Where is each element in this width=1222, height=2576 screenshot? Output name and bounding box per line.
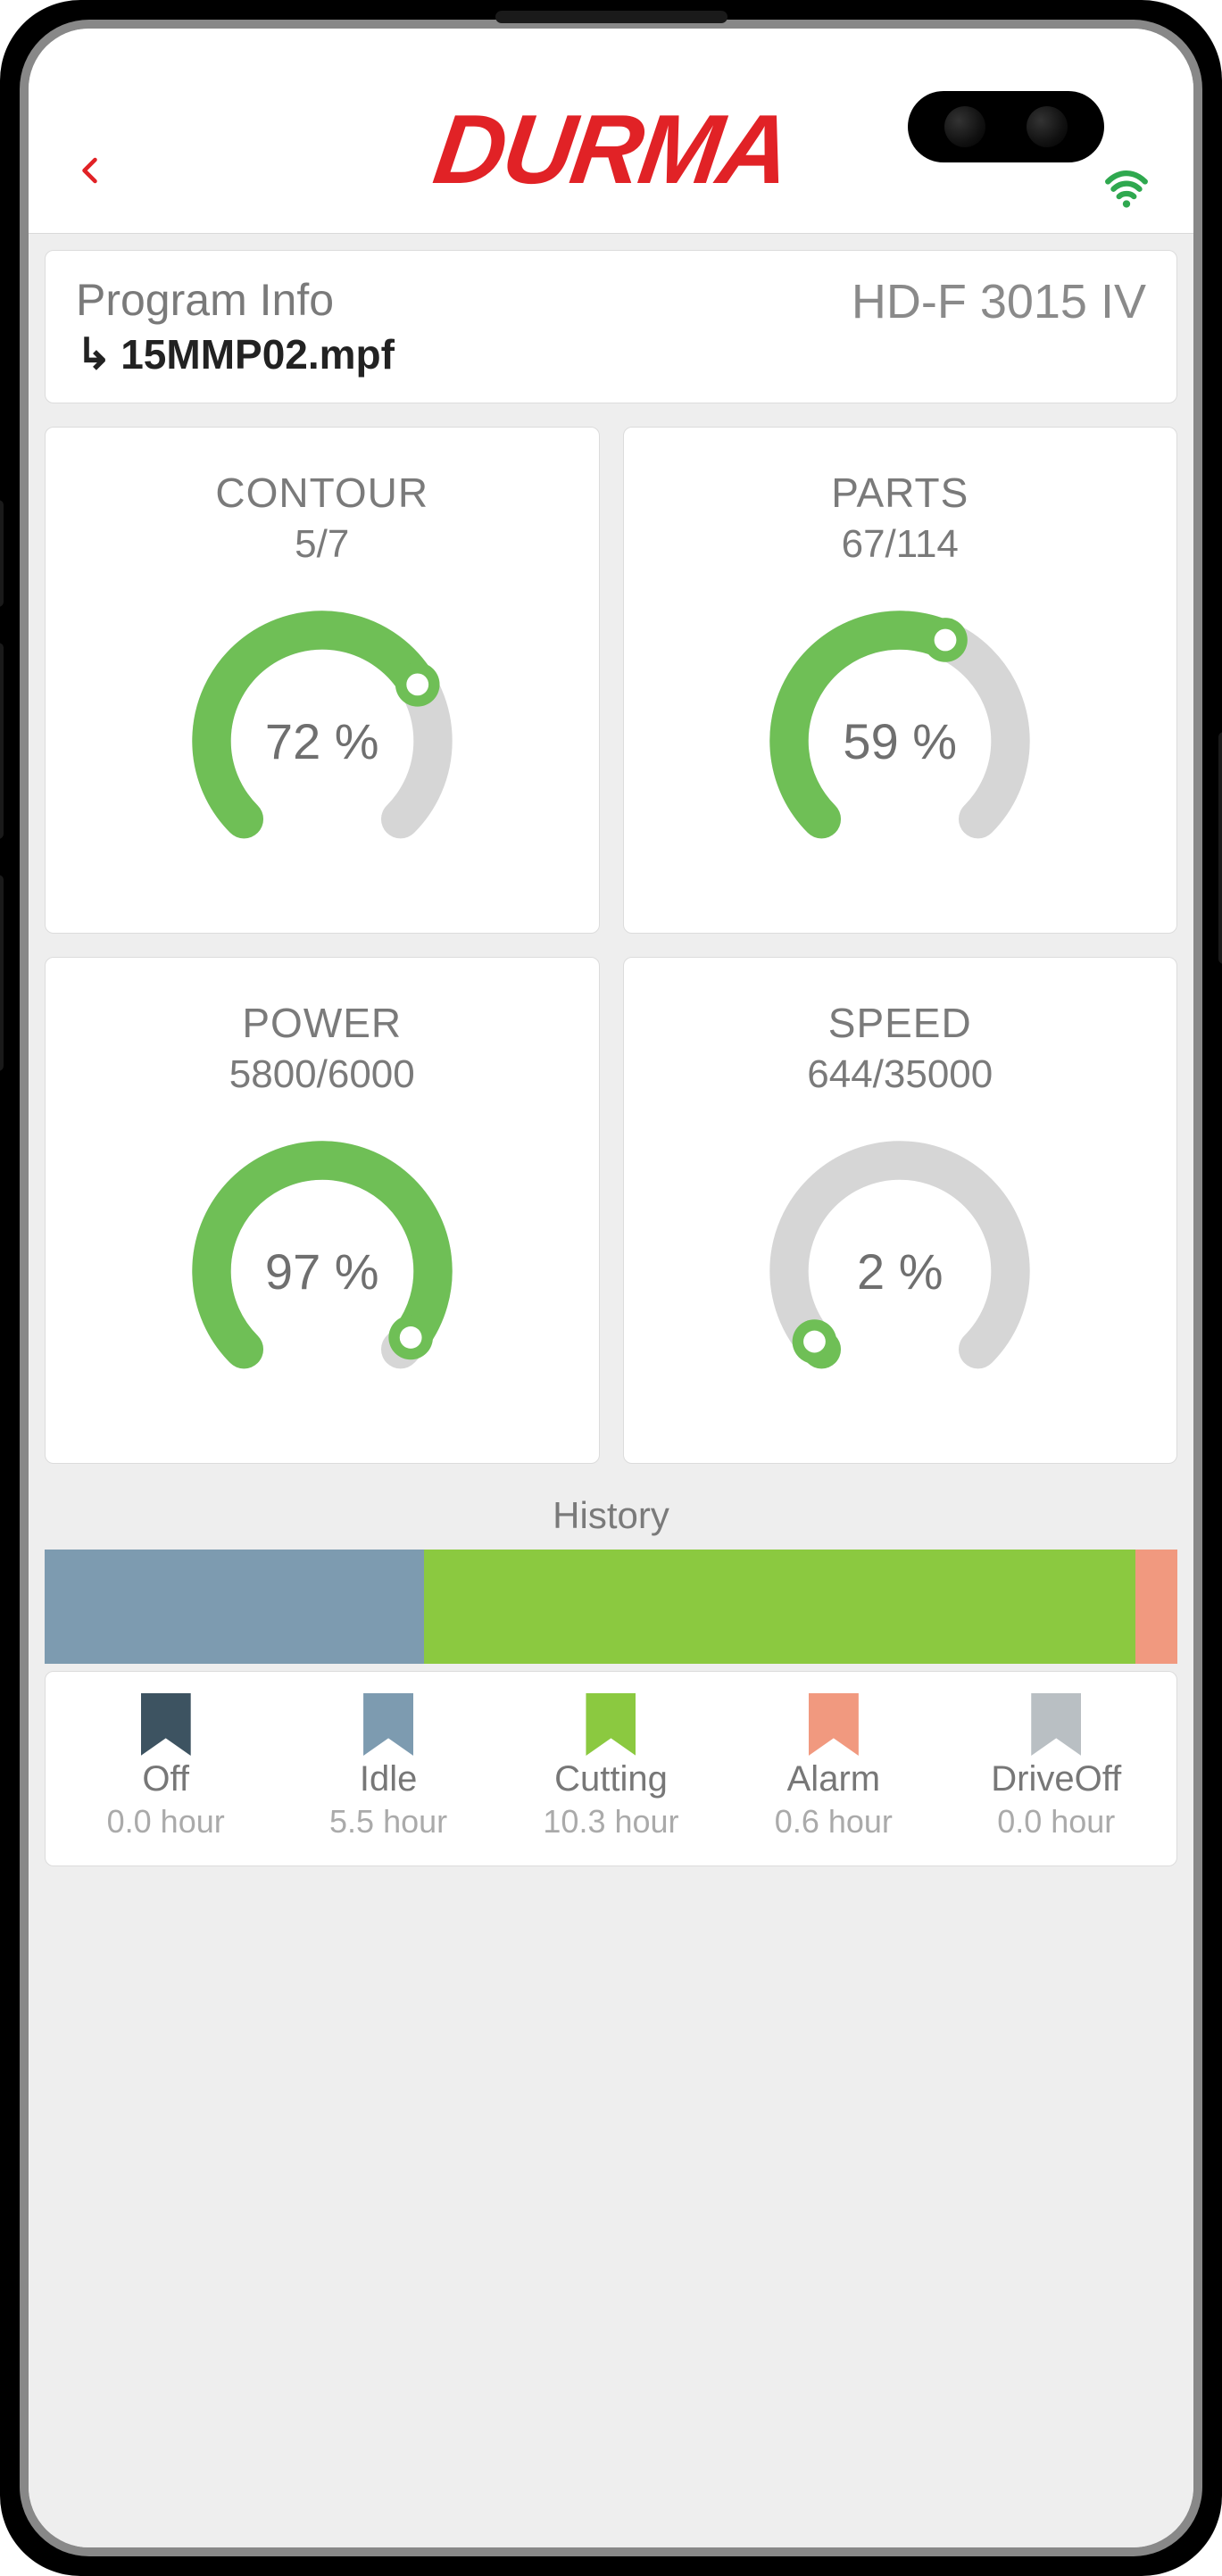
gauge-title: CONTOUR	[215, 469, 428, 517]
legend-label: DriveOff	[991, 1759, 1121, 1799]
gauge-title: PARTS	[831, 469, 968, 517]
history-seg-alarm	[1135, 1550, 1177, 1664]
gauge-ring: 2 %	[761, 1133, 1038, 1409]
content-area: Program Info ↳ 15MMP02.mpf HD-F 3015 IV …	[29, 234, 1193, 2547]
gauge-sub: 5/7	[295, 522, 349, 567]
legend-label: Off	[142, 1759, 189, 1799]
legend-hours: 0.6 hour	[775, 1803, 893, 1841]
bookmark-icon	[586, 1693, 636, 1756]
legend-alarm[interactable]: Alarm 0.6 hour	[753, 1693, 914, 1841]
gauge-ring: 72 %	[184, 602, 461, 879]
gauge-parts[interactable]: PARTS 67/114 59 %	[623, 427, 1178, 934]
bookmark-icon	[363, 1693, 413, 1756]
legend-hours: 10.3 hour	[543, 1803, 678, 1841]
gauge-title: POWER	[242, 999, 402, 1047]
phone-frame: DURMA Program Info	[0, 0, 1222, 2576]
history-bar[interactable]	[45, 1550, 1177, 1664]
empty-space	[45, 1866, 1177, 2402]
history-legend: Off 0.0 hour Idle 5.5 hour Cutting 10.3 …	[45, 1671, 1177, 1866]
gauge-contour[interactable]: CONTOUR 5/7 72 %	[45, 427, 600, 934]
gauge-percent: 72 %	[184, 602, 461, 879]
legend-idle[interactable]: Idle 5.5 hour	[308, 1693, 469, 1841]
gauge-ring: 59 %	[761, 602, 1038, 879]
machine-model: HD-F 3015 IV	[852, 274, 1146, 329]
gauge-sub: 644/35000	[807, 1052, 993, 1097]
hw-button	[0, 500, 4, 607]
camera-cutout	[908, 91, 1104, 162]
gauge-sub: 67/114	[842, 522, 959, 567]
gauge-speed[interactable]: SPEED 644/35000 2 %	[623, 957, 1178, 1464]
hw-button	[1218, 732, 1222, 964]
legend-driveoff[interactable]: DriveOff 0.0 hour	[976, 1693, 1136, 1841]
program-file-name: 15MMP02.mpf	[121, 330, 395, 378]
history-title: History	[45, 1494, 1177, 1537]
gauge-percent: 2 %	[761, 1133, 1038, 1409]
legend-label: Alarm	[787, 1759, 880, 1799]
legend-off[interactable]: Off 0.0 hour	[86, 1693, 246, 1841]
legend-label: Idle	[360, 1759, 418, 1799]
history-seg-cutting	[424, 1550, 1135, 1664]
screen: DURMA Program Info	[29, 29, 1193, 2547]
gauge-sub: 5800/6000	[229, 1052, 415, 1097]
bookmark-icon	[141, 1693, 191, 1756]
gauge-ring: 97 %	[184, 1133, 461, 1409]
phone-speaker	[495, 11, 727, 23]
bookmark-icon	[1031, 1693, 1081, 1756]
history-section: History Off 0.0 hour	[45, 1494, 1177, 1866]
wifi-icon	[1104, 170, 1149, 206]
hw-button	[0, 875, 4, 1071]
legend-hours: 0.0 hour	[107, 1803, 225, 1841]
bookmark-icon	[809, 1693, 859, 1756]
program-info-card[interactable]: Program Info ↳ 15MMP02.mpf HD-F 3015 IV	[45, 250, 1177, 403]
gauge-percent: 97 %	[184, 1133, 461, 1409]
subdir-arrow-icon: ↳	[76, 329, 112, 379]
history-seg-idle	[45, 1550, 424, 1664]
legend-label: Cutting	[554, 1759, 668, 1799]
program-file: ↳ 15MMP02.mpf	[76, 329, 395, 379]
legend-hours: 0.0 hour	[997, 1803, 1115, 1841]
gauge-title: SPEED	[828, 999, 972, 1047]
legend-cutting[interactable]: Cutting 10.3 hour	[530, 1693, 691, 1841]
gauge-percent: 59 %	[761, 602, 1038, 879]
hw-button	[0, 643, 4, 839]
program-info-label: Program Info	[76, 274, 395, 326]
gauge-power[interactable]: POWER 5800/6000 97 %	[45, 957, 600, 1464]
legend-hours: 5.5 hour	[329, 1803, 447, 1841]
gauge-grid: CONTOUR 5/7 72 % PARTS 67/114 59 %	[45, 427, 1177, 1464]
